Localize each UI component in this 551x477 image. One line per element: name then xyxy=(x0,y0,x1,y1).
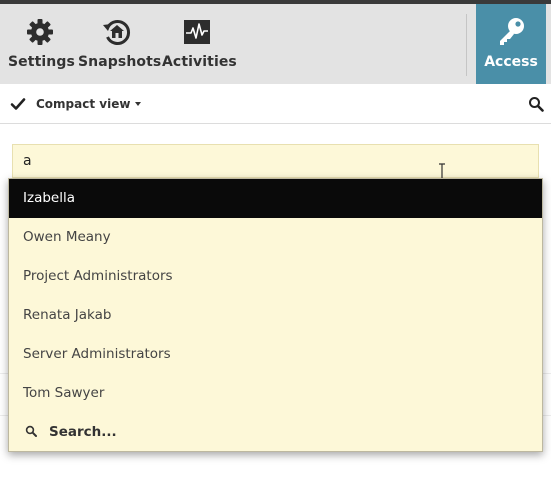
search-icon[interactable] xyxy=(528,96,544,112)
autocomplete-item-label: Owen Meany xyxy=(23,229,111,245)
search-more-label: Search... xyxy=(49,424,117,440)
activities-label: Activities xyxy=(162,54,237,70)
search-icon xyxy=(25,425,37,437)
autocomplete-item-label: Renata Jakab xyxy=(23,307,112,323)
autocomplete-item-label: Server Administrators xyxy=(23,346,171,362)
autocomplete-item-label: Project Administrators xyxy=(23,268,173,284)
main-toolbar: Settings Snapshots Activities Access xyxy=(0,4,551,91)
view-mode-label: Compact view xyxy=(36,97,131,111)
settings-button[interactable]: Settings xyxy=(8,4,75,84)
search-input[interactable] xyxy=(12,144,539,178)
gear-icon xyxy=(27,19,53,45)
autocomplete-item[interactable]: Project Administrators xyxy=(9,257,542,296)
view-mode-dropdown[interactable]: Compact view xyxy=(36,84,142,124)
toolbar-divider xyxy=(466,14,467,76)
autocomplete-item[interactable]: Server Administrators xyxy=(9,335,542,374)
search-more-option[interactable]: Search... xyxy=(9,413,542,452)
autocomplete-item[interactable]: Tom Sawyer xyxy=(9,374,542,413)
check-icon xyxy=(10,98,26,110)
settings-label: Settings xyxy=(8,54,75,70)
caret-down-icon xyxy=(135,101,142,106)
autocomplete-item[interactable]: Owen Meany xyxy=(9,218,542,257)
autocomplete-dropdown: Izabella Owen Meany Project Administrato… xyxy=(8,178,543,452)
activities-button[interactable]: Activities xyxy=(162,4,237,84)
autocomplete-item-label: Izabella xyxy=(23,190,75,206)
autocomplete-item[interactable]: Renata Jakab xyxy=(9,296,542,335)
snapshots-label: Snapshots xyxy=(78,54,162,70)
snapshot-restore-icon xyxy=(103,20,131,45)
activity-pulse-icon xyxy=(184,20,210,44)
snapshots-button[interactable]: Snapshots xyxy=(78,4,162,84)
autocomplete-item[interactable]: Izabella xyxy=(9,179,542,218)
autocomplete-item-label: Tom Sawyer xyxy=(23,385,105,401)
view-bar: Compact view xyxy=(0,84,551,124)
key-icon xyxy=(500,18,524,45)
access-label: Access xyxy=(484,54,538,70)
access-button[interactable]: Access xyxy=(476,4,546,91)
